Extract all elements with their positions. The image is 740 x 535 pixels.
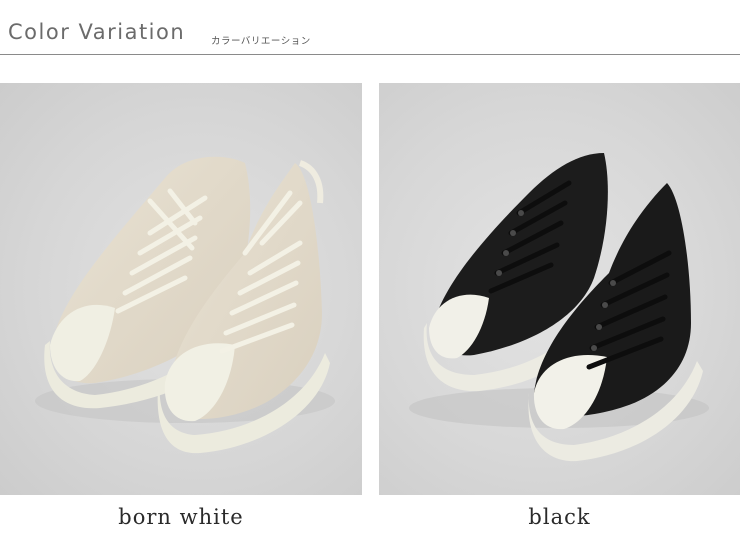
- variation-label-black: black: [528, 505, 591, 529]
- variation-label-born-white: born white: [118, 505, 244, 529]
- section-subtitle: カラーバリエーション: [211, 36, 311, 47]
- section-title: Color Variation: [8, 20, 186, 44]
- page-header: Color Variation カラーバリエーション: [0, 0, 740, 55]
- sneaker-pair-illustration: [35, 156, 335, 454]
- sneaker-pair-illustration: [409, 153, 709, 462]
- product-image-born-white[interactable]: [0, 83, 362, 495]
- product-image-black[interactable]: [379, 83, 740, 495]
- header-divider: [0, 54, 740, 55]
